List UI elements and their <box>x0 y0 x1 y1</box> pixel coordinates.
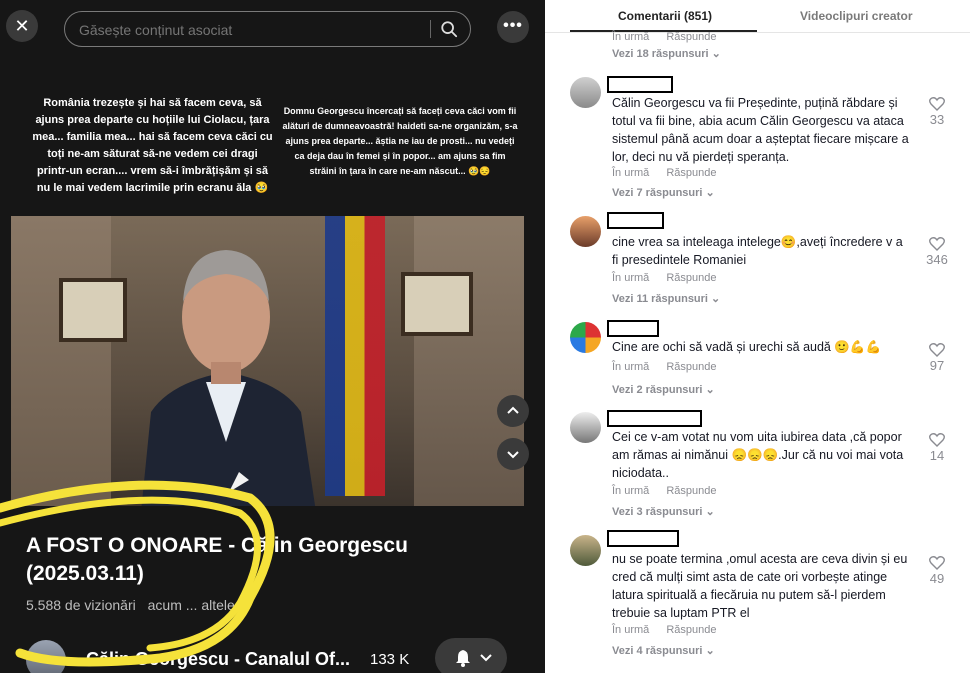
heart-icon <box>929 237 945 251</box>
username-redacted[interactable] <box>607 212 664 229</box>
like-button[interactable]: 49 <box>925 555 949 586</box>
search-divider <box>430 20 431 38</box>
timestamp: În urmă <box>612 624 650 636</box>
like-count: 346 <box>926 252 948 267</box>
bookshelf-left <box>11 216 111 506</box>
username-redacted[interactable] <box>607 320 659 337</box>
comment-meta: În urmă Răspunde <box>612 167 731 179</box>
video-title: A FOST O ONOARE - Călin Georgescu (2025.… <box>26 534 408 585</box>
view-replies-link[interactable]: Vezi 7 răspunsuri ⌄ <box>612 186 715 199</box>
heart-icon <box>929 343 945 357</box>
avatar[interactable] <box>570 322 601 353</box>
avatar[interactable] <box>570 412 601 443</box>
like-count: 49 <box>929 571 945 586</box>
reply-link[interactable]: Răspunde <box>666 272 716 284</box>
comments-panel: Comentarii (851) Videoclipuri creator În… <box>545 0 970 673</box>
avatar[interactable] <box>570 77 601 108</box>
video-panel: ✕ ••• România trezește și hai să facem c… <box>0 0 545 673</box>
video-frame[interactable] <box>11 216 524 506</box>
notification-button[interactable] <box>435 638 507 673</box>
like-count: 33 <box>929 112 945 127</box>
username-redacted[interactable] <box>607 76 673 93</box>
comment-text: Călin Georgescu va fii Președinte, puțin… <box>612 96 909 164</box>
username-redacted[interactable] <box>607 530 679 547</box>
reply-link[interactable]: Răspunde <box>666 624 716 636</box>
timestamp: În urmă <box>612 361 650 373</box>
tab-creator-videos[interactable]: Videoclipuri creator <box>800 9 912 23</box>
reply-link[interactable]: Răspunde <box>666 485 716 497</box>
timestamp: În urmă <box>612 167 650 179</box>
comment-text: cine vrea sa inteleaga intelege😊,aveți î… <box>612 235 903 267</box>
avatar[interactable] <box>570 535 601 566</box>
more-options-button[interactable]: ••• <box>497 11 529 43</box>
like-button[interactable]: 346 <box>925 236 949 267</box>
chevron-down-icon <box>480 654 492 662</box>
heart-icon <box>929 433 945 447</box>
timestamp: În urmă <box>612 485 650 497</box>
comment-text: Cei ce v-am votat nu vom uita iubirea da… <box>612 430 904 480</box>
heart-icon <box>929 97 945 111</box>
next-video-button[interactable] <box>497 438 529 470</box>
video-meta: 5.588 de vizionări acum ... altele <box>26 597 243 613</box>
picture-frame <box>59 278 127 342</box>
reply-link[interactable]: Răspunde <box>666 361 716 373</box>
like-count: 14 <box>929 448 945 463</box>
comment-text: nu se poate termina ,omul acesta are cev… <box>612 552 908 620</box>
comment-meta: În urmă Răspunde <box>612 272 731 284</box>
avatar[interactable] <box>570 216 601 247</box>
search-bar[interactable] <box>64 11 471 48</box>
comment-meta: În urmă Răspunde <box>612 624 731 636</box>
upload-time: acum ... altele <box>147 597 235 613</box>
view-replies-link[interactable]: Vezi 18 răspunsuri ⌄ <box>612 47 721 60</box>
more-icon: ••• <box>503 17 523 34</box>
comment-meta: În urmă Răspunde <box>612 31 731 43</box>
overlay-caption-left: România trezește și hai să facem ceva, s… <box>32 97 273 194</box>
close-button[interactable]: ✕ <box>6 10 38 42</box>
comment-meta: În urmă Răspunde <box>612 485 731 497</box>
flag <box>325 216 385 496</box>
like-button[interactable]: 97 <box>925 342 949 373</box>
view-replies-link[interactable]: Vezi 2 răspunsuri ⌄ <box>612 383 715 396</box>
view-replies-link[interactable]: Vezi 11 răspunsuri ⌄ <box>612 292 720 305</box>
search-input[interactable] <box>77 12 421 48</box>
view-replies-link[interactable]: Vezi 3 răspunsuri ⌄ <box>612 505 715 518</box>
speaker-figure <box>141 250 316 506</box>
comment-meta: În urmă Răspunde <box>612 361 731 373</box>
bell-icon <box>456 650 470 667</box>
subscriber-count: 133 K <box>370 651 410 668</box>
timestamp: În urmă <box>612 31 650 43</box>
overlay-caption-right: Domnu Georgescu încercați să faceți ceva… <box>282 106 518 176</box>
picture-frame <box>401 272 473 336</box>
previous-video-button[interactable] <box>497 395 529 427</box>
view-count: 5.588 de vizionări <box>26 597 136 613</box>
channel-name[interactable]: Călin Georgescu - Canalul Of... <box>86 649 350 670</box>
heart-icon <box>929 556 945 570</box>
tab-comments[interactable]: Comentarii (851) <box>618 9 712 23</box>
like-count: 97 <box>929 358 945 373</box>
like-button[interactable]: 33 <box>925 96 949 127</box>
tab-bar: Comentarii (851) Videoclipuri creator <box>545 0 970 33</box>
chevron-up-icon <box>507 406 519 414</box>
chevron-down-icon <box>507 451 519 459</box>
channel-avatar[interactable] <box>26 640 66 673</box>
reply-link[interactable]: Răspunde <box>666 31 716 43</box>
username-redacted[interactable] <box>607 410 702 427</box>
like-button[interactable]: 14 <box>925 432 949 463</box>
comment-text: Cine are ochi să vadă și urechi să audă … <box>612 340 882 354</box>
search-icon[interactable] <box>440 20 458 38</box>
close-icon: ✕ <box>14 16 30 36</box>
view-replies-link[interactable]: Vezi 4 răspunsuri ⌄ <box>612 644 715 657</box>
timestamp: În urmă <box>612 272 650 284</box>
reply-link[interactable]: Răspunde <box>666 167 716 179</box>
